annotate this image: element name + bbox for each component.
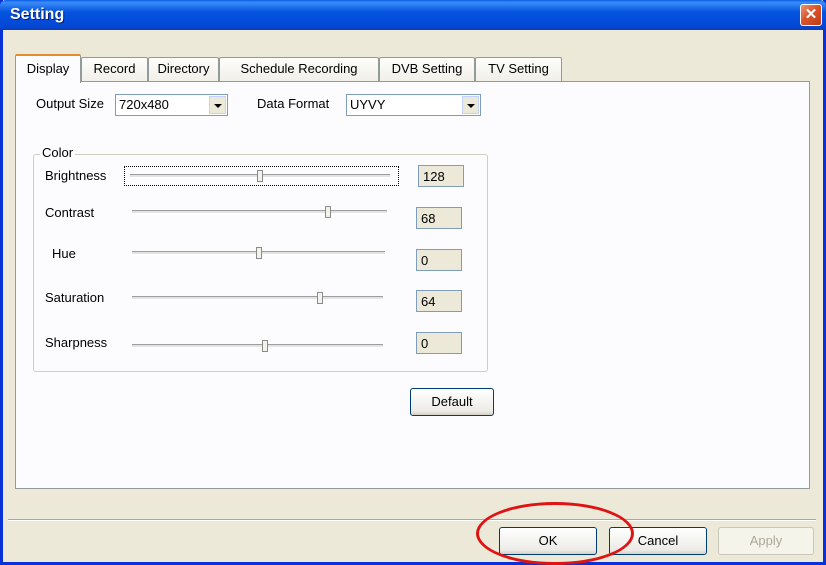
contrast-label: Contrast	[45, 205, 95, 220]
footer-divider	[8, 519, 816, 521]
saturation-slider-thumb[interactable]	[317, 292, 324, 304]
output-size-label: Output Size	[36, 96, 104, 111]
sharpness-label: Sharpness	[45, 335, 108, 350]
data-format-value: UYVY	[350, 97, 386, 112]
color-group-title: Color	[40, 145, 76, 160]
sharpness-slider-track[interactable]	[132, 344, 383, 348]
tab-label: Schedule Recording	[240, 61, 358, 76]
tab-tv-setting[interactable]: TV Setting	[475, 57, 562, 82]
tab-label: Display	[26, 61, 70, 76]
brightness-value: 128	[418, 165, 464, 187]
tab-directory[interactable]: Directory	[148, 57, 219, 82]
chevron-down-icon[interactable]	[209, 96, 226, 114]
window-title: Setting	[10, 6, 65, 23]
tab-record[interactable]: Record	[81, 57, 148, 82]
hue-slider-thumb[interactable]	[255, 247, 262, 259]
close-button[interactable]: ✕	[800, 4, 822, 26]
contrast-slider-thumb[interactable]	[325, 206, 332, 218]
brightness-label: Brightness	[45, 168, 107, 183]
contrast-slider-track[interactable]	[132, 210, 387, 214]
tab-label: TV Setting	[488, 61, 549, 76]
brightness-slider-thumb[interactable]	[257, 170, 263, 182]
sharpness-value: 0	[416, 332, 462, 354]
saturation-value: 64	[416, 290, 462, 312]
tab-label: DVB Setting	[391, 61, 463, 76]
output-size-select[interactable]: 720x480	[115, 94, 228, 116]
cancel-button[interactable]: Cancel	[609, 527, 707, 555]
tab-label: Record	[93, 61, 136, 76]
tab-dvb-setting[interactable]: DVB Setting	[379, 57, 475, 82]
saturation-slider-track[interactable]	[132, 296, 383, 300]
hue-label: Hue	[52, 246, 76, 261]
output-size-value: 720x480	[119, 97, 169, 112]
sharpness-slider-thumb[interactable]	[262, 340, 269, 352]
contrast-value: 68	[416, 207, 462, 229]
default-button[interactable]: Default	[410, 388, 494, 416]
close-icon: ✕	[804, 6, 818, 23]
hue-value: 0	[416, 249, 462, 271]
data-format-label: Data Format	[257, 96, 330, 111]
chevron-down-icon[interactable]	[462, 96, 479, 114]
tab-label: Directory	[157, 61, 210, 76]
tab-schedule-recording[interactable]: Schedule Recording	[219, 57, 379, 82]
data-format-select[interactable]: UYVY	[346, 94, 481, 116]
ok-button[interactable]: OK	[499, 527, 597, 555]
title-bar[interactable]: Setting ✕	[0, 0, 826, 30]
tab-display[interactable]: Display	[15, 54, 81, 83]
apply-button[interactable]: Apply	[718, 527, 814, 555]
saturation-label: Saturation	[45, 290, 105, 305]
